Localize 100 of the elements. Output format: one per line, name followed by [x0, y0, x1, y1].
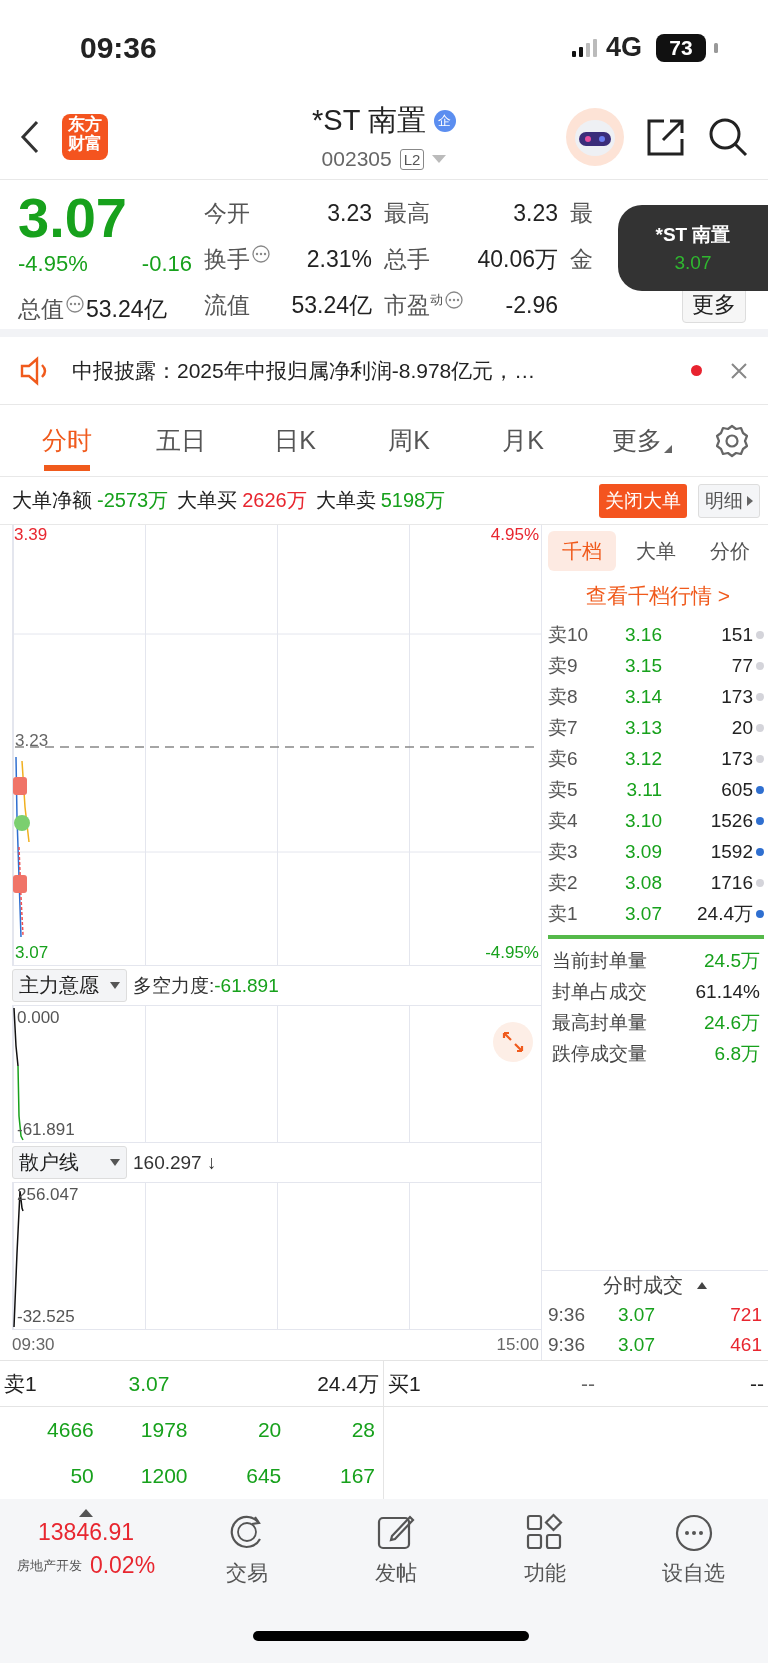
floating-quote-card[interactable]: *ST 南置 3.07 [618, 205, 768, 291]
limit-stat-label: 当前封单量 [552, 948, 647, 973]
stat-label: 总值 [18, 294, 64, 324]
ask-price: 3.10 [624, 809, 662, 832]
close-icon[interactable] [730, 361, 748, 380]
indicator-select[interactable]: 主力意愿 [12, 969, 127, 1002]
stat-value: 3.23 [327, 199, 372, 227]
ask-price: 3.07 [624, 902, 662, 925]
stat-label: 总手 [384, 244, 430, 274]
indicator-select[interactable]: 散户线 [12, 1146, 127, 1179]
dropdown-corner-icon [664, 444, 672, 453]
buy-price: -- [580, 1371, 596, 1396]
chart-period-tab[interactable]: 日K [238, 404, 352, 477]
ask-price: 3.12 [624, 747, 662, 770]
ask-price: 3.08 [624, 871, 662, 894]
stat-label: 最 [570, 198, 593, 228]
ask-level-label: 卖4 [548, 808, 579, 833]
chart-period-tab[interactable]: 更多 [580, 404, 694, 477]
ask-volume: 151 [720, 623, 753, 646]
ask-volume: 1716 [709, 871, 753, 894]
trade-price: 3.07 [618, 1334, 656, 1356]
ask-level-label: 卖9 [548, 653, 579, 678]
company-badge: 企 [433, 110, 456, 132]
buy-volume: -- [749, 1371, 764, 1396]
big-order-value: 2626万 [242, 488, 307, 513]
sell-price: 3.07 [127, 1371, 171, 1396]
battery-cap-icon [714, 42, 718, 53]
ask-volume: 1592 [709, 840, 753, 863]
ask-level-label: 卖1 [548, 901, 579, 926]
trade-volume: 721 [729, 1304, 762, 1326]
sell-level-label: 卖1 [4, 1370, 38, 1397]
collapse-caret-icon[interactable] [697, 1282, 707, 1289]
sell-volume: 24.4万 [316, 1370, 379, 1397]
ask-price: 3.15 [624, 654, 662, 677]
limit-stat-label: 最高封单量 [552, 1010, 647, 1035]
ask-volume: 173 [720, 685, 753, 708]
ask-volume: 77 [730, 654, 753, 677]
stat-value: 40.06万 [477, 244, 558, 274]
change-percent: -4.95% [18, 251, 88, 278]
stat-value: 3.23 [513, 199, 558, 227]
queue-volume: 1200 [139, 1464, 188, 1488]
queue-volume: 167 [338, 1464, 375, 1488]
ask-price: 3.09 [624, 840, 662, 863]
stat-label: 今开 [204, 198, 250, 228]
chart-period-tab[interactable]: 五日 [124, 404, 238, 477]
stat-label: 市盈$^{动}$ [384, 290, 443, 320]
ask-price: 3.11 [625, 778, 662, 801]
chart-period-tab[interactable]: 周K [352, 404, 466, 477]
indicator-min-label: -32.525 [17, 1307, 75, 1327]
limit-stat-label: 封单占成交 [552, 979, 647, 1004]
floating-price: 3.07 [674, 252, 712, 274]
limit-stat-value: 24.6万 [704, 1010, 760, 1035]
index-quote-widget[interactable]: 13846.91 房地产开发 0.02% [0, 1509, 172, 1663]
more-info-icon[interactable] [66, 295, 84, 314]
play-caret-icon [747, 495, 753, 506]
last-price: 3.07 [18, 190, 128, 251]
clock-time: 09:36 [80, 30, 157, 65]
indicator-reading: -61.891 [214, 974, 279, 997]
trades-title: 分时成交 [603, 1273, 683, 1298]
max-price-label: 3.39 [14, 525, 48, 545]
change-amount: -0.16 [141, 251, 192, 278]
big-order-label: 大单净额 [12, 488, 92, 513]
ask-volume: 1526 [709, 809, 753, 832]
stat-value: 53.24亿 [86, 294, 167, 324]
avatar-icon[interactable] [566, 108, 624, 166]
ask-volume: 20 [730, 716, 753, 739]
chart-period-tab[interactable]: 月K [466, 404, 580, 477]
index-value: 13846.91 [38, 1519, 134, 1546]
battery-indicator: 73 [656, 33, 706, 62]
queue-volume: 28 [350, 1418, 375, 1442]
settings-icon[interactable] [714, 422, 750, 459]
back-icon[interactable] [20, 120, 40, 154]
big-order-label: 大单卖 [315, 488, 376, 513]
stat-label: 最高 [384, 198, 430, 228]
ask-volume: 173 [720, 747, 753, 770]
ask-level-label: 卖3 [548, 839, 579, 864]
bottom-nav-button[interactable]: 设自选 [619, 1513, 768, 1597]
more-info-icon[interactable] [252, 245, 270, 263]
min-price-label: 3.07 [15, 943, 49, 963]
limit-stat-label: 跌停成交量 [552, 1041, 647, 1066]
depth-tab[interactable]: 分价 [696, 531, 764, 571]
ask-level-label: 卖5 [548, 777, 579, 802]
stat-label: 换手 [204, 244, 250, 274]
indicator-reading-label: 多空力度: [133, 973, 215, 998]
stat-label: 流值 [204, 290, 250, 320]
share-icon[interactable] [646, 117, 686, 157]
notice-text[interactable]: 中报披露：2025年中报归属净利润-8.978亿元，… [72, 356, 673, 385]
bottom-nav-button[interactable]: 功能 [470, 1513, 619, 1597]
stock-name: *ST 南置 [312, 103, 426, 138]
expand-icon[interactable] [493, 1022, 533, 1062]
stock-code: 002305 [321, 147, 392, 171]
more-info-icon[interactable] [445, 291, 463, 309]
indicator-max-label: 0.000 [17, 1008, 60, 1028]
search-icon[interactable] [708, 117, 748, 157]
ask-level-label: 卖7 [548, 715, 579, 740]
bottom-nav-button[interactable]: 交易 [172, 1513, 321, 1597]
depth-tab[interactable]: 大单 [622, 531, 690, 571]
bottom-nav-button[interactable]: 发帖 [321, 1513, 470, 1597]
trade-time: 9:36 [548, 1304, 586, 1326]
detail-button[interactable]: 明细 [698, 483, 760, 518]
